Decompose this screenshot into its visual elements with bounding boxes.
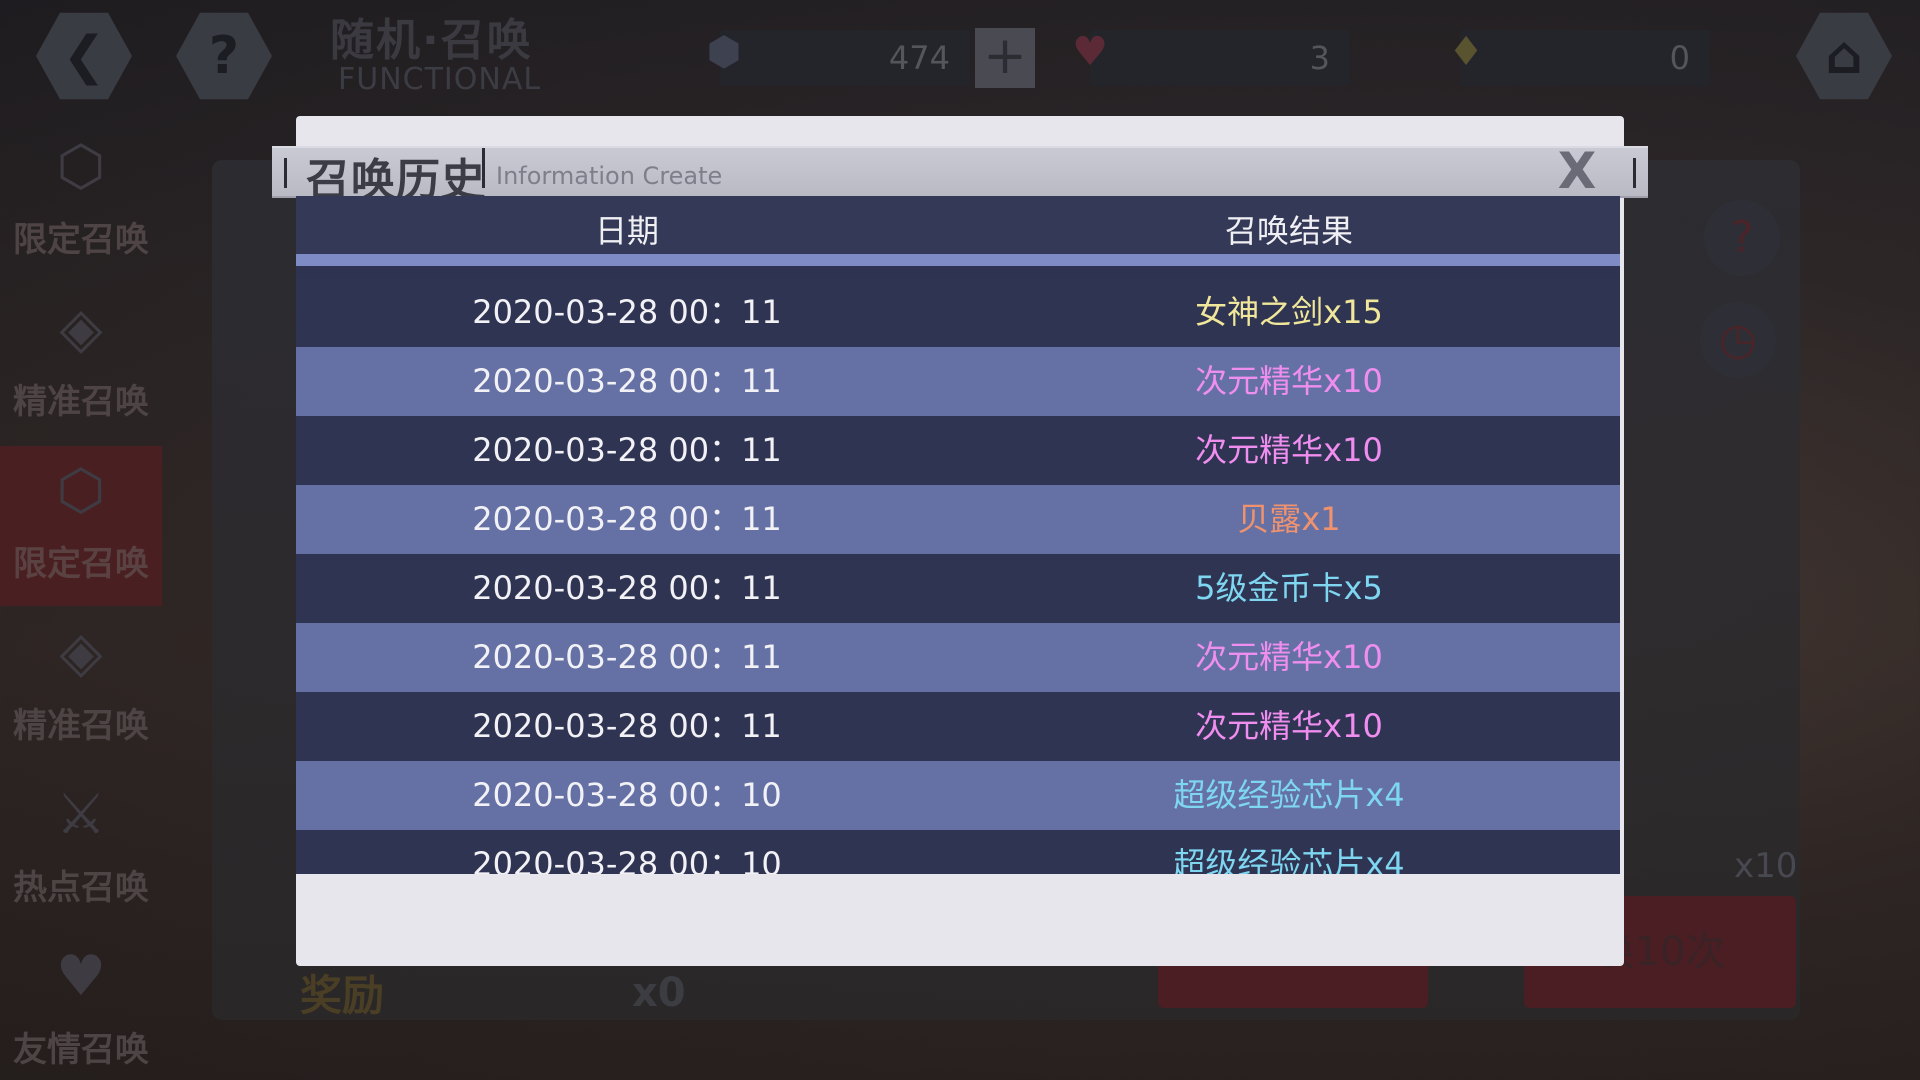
row-result: 超级经验芯片x4 [1173, 845, 1405, 874]
page-subtitle: FUNCTIONAL [338, 62, 542, 97]
table-row: 2020-03-28 00：11 次元精华x10 [296, 623, 1620, 692]
sidebar-item-friend[interactable]: ♥ 友情召唤 [0, 932, 162, 1080]
home-icon: ⌂ [1825, 26, 1863, 86]
question-icon: ? [208, 26, 240, 86]
row-date: 2020-03-28 00：11 [472, 500, 782, 538]
reward-label: 奖励 [300, 971, 385, 1020]
row-date: 2020-03-28 00：11 [472, 638, 782, 676]
clock-icon: ◷ [1718, 314, 1758, 365]
summon-history-modal: 召唤历史 Information Create X 日期 召唤结果 2020-0… [272, 116, 1648, 966]
row-result: 次元精华x10 [1195, 362, 1383, 400]
row-date: 2020-03-28 00：10 [472, 776, 782, 814]
hex-cluster-icon: ⬡ [56, 458, 106, 523]
modal-subtitle: Information Create [496, 162, 723, 190]
sidebar-item-label: 限定召唤 [13, 544, 149, 584]
table-row: 2020-03-28 00：11 贝露x1 [296, 485, 1620, 554]
cube-icon: ⬢ [706, 29, 742, 75]
sidebar-item-label: 热点召唤 [13, 868, 149, 908]
back-button[interactable]: ❮ [36, 12, 132, 100]
row-date: 2020-03-28 00：11 [472, 362, 782, 400]
target-icon: ◈ [59, 620, 103, 685]
row-result: 5级金币卡x5 [1195, 569, 1383, 607]
column-header-result: 召唤结果 [1224, 212, 1353, 250]
row-date: 2020-03-28 00：10 [472, 845, 782, 874]
table-row: 2020-03-28 00：11 次元精华x10 [296, 692, 1620, 761]
help-button[interactable]: ? [176, 12, 272, 100]
info-button[interactable]: ? [1704, 200, 1780, 276]
table-body: 2020-03-28 00：11 女神之剑x15 2020-03-28 00：1… [296, 278, 1620, 874]
table-header: 日期 召唤结果 [296, 196, 1620, 266]
row-result: 次元精华x10 [1195, 638, 1383, 676]
header-tick-left [284, 158, 287, 188]
row-result: 贝露x1 [1237, 500, 1341, 538]
table-row: 2020-03-28 00：11 5级金币卡x5 [296, 554, 1620, 623]
question-icon: ? [1730, 212, 1754, 263]
column-header-date: 日期 [594, 212, 659, 250]
plus-icon: + [983, 26, 1027, 86]
reward-count: x0 [632, 970, 686, 1016]
sidebar-item-label: 友情召唤 [13, 1030, 149, 1070]
table-row: 2020-03-28 00：10 超级经验芯片x4 [296, 830, 1620, 874]
row-result: 女神之剑x15 [1195, 293, 1383, 331]
close-button[interactable]: X [1552, 144, 1602, 198]
sidebar-item-label: 精准召唤 [13, 706, 149, 746]
sidebar-item-label: 限定召唤 [13, 220, 149, 260]
page-title: 随机·召唤 [330, 15, 533, 66]
sidebar-item-limited-2[interactable]: ⬡ 限定召唤 [0, 446, 162, 606]
top-bar: ❮ ? 随机·召唤 FUNCTIONAL 474 ⬢ + 3 ♥ 0 ♦ ⌂ [0, 0, 1920, 112]
heart-icon: ♥ [55, 944, 107, 1009]
gold-gem-icon: ♦ [1448, 29, 1484, 75]
target-icon: ◈ [59, 296, 103, 361]
heart-resource-bar: 3 [1090, 30, 1350, 86]
row-result: 次元精华x10 [1195, 707, 1383, 745]
sidebar-item-hot[interactable]: ⚔ 热点召唤 [0, 770, 162, 930]
history-table[interactable]: 日期 召唤结果 2020-03-28 00：11 女神之剑x15 2020-03… [296, 196, 1620, 874]
sidebar-item-precise-2[interactable]: ◈ 精准召唤 [0, 608, 162, 768]
home-button[interactable]: ⌂ [1796, 12, 1892, 100]
row-date: 2020-03-28 00：11 [472, 569, 782, 607]
heart-amount: 3 [1309, 39, 1330, 77]
sidebar-item-label: 精准召唤 [13, 382, 149, 422]
sidebar-item-precise-1[interactable]: ◈ 精准召唤 [0, 284, 162, 444]
cube-resource-bar: 474 [720, 30, 970, 86]
hex-cluster-icon: ⬡ [56, 134, 106, 199]
modal-header: 召唤历史 Information Create X [272, 144, 1648, 206]
ten-summon-cost: x10 [1734, 846, 1798, 886]
row-result: 次元精华x10 [1195, 431, 1383, 469]
row-date: 2020-03-28 00：11 [472, 707, 782, 745]
table-row: 2020-03-28 00：10 超级经验芯片x4 [296, 761, 1620, 830]
row-date: 2020-03-28 00：11 [472, 431, 782, 469]
header-tick-right [1633, 158, 1636, 188]
table-row: 2020-03-28 00：11 女神之剑x15 [296, 278, 1620, 347]
gem-resource-bar: 0 [1460, 30, 1710, 86]
table-row: 2020-03-28 00：11 次元精华x10 [296, 416, 1620, 485]
back-arrow-icon: ❮ [62, 26, 106, 86]
add-cube-button[interactable]: + [975, 28, 1035, 88]
title-separator [482, 148, 485, 188]
sword-icon: ⚔ [55, 782, 107, 847]
history-button[interactable]: ◷ [1700, 302, 1776, 378]
cube-amount: 474 [888, 39, 950, 77]
gem-amount: 0 [1669, 39, 1690, 77]
row-date: 2020-03-28 00：11 [472, 293, 782, 331]
heart-gem-icon: ♥ [1072, 29, 1108, 75]
table-row: 2020-03-28 00：11 次元精华x10 [296, 347, 1620, 416]
sidebar-item-limited-1[interactable]: ⬡ 限定召唤 [0, 122, 162, 282]
row-result: 超级经验芯片x4 [1173, 776, 1405, 814]
summon-sidebar: ⬡ 限定召唤 ◈ 精准召唤 ⬡ 限定召唤 ◈ 精准召唤 ⚔ 热点召唤 ♥ 友情召… [0, 112, 164, 1080]
